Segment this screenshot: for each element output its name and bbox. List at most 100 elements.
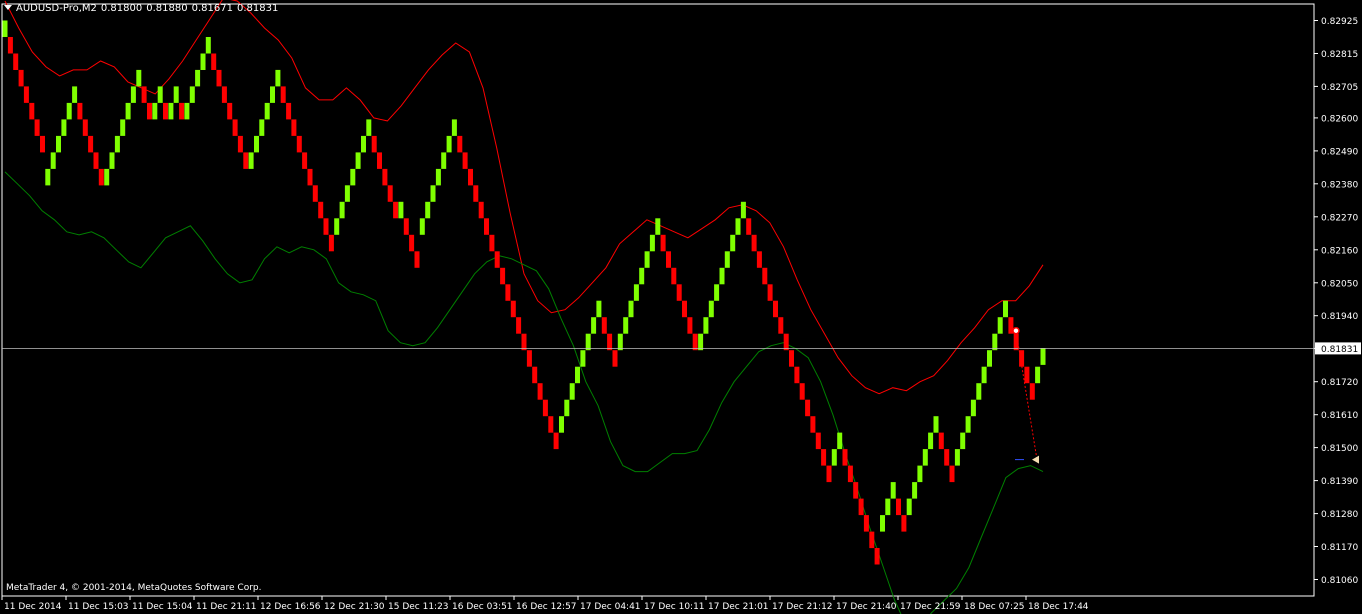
high-price: 0.81880 (146, 3, 188, 14)
bear-brick (810, 416, 816, 433)
bear-brick (687, 317, 693, 334)
bull-brick (205, 37, 211, 54)
bear-brick (163, 102, 168, 120)
y-tick-label: 0.82490 (1321, 147, 1358, 157)
bull-brick (195, 69, 201, 87)
renko-chart[interactable]: 0.82925 0.82815 0.82705 0.82600 0.82490 0.823… (0, 0, 1362, 614)
x-tick-label: 15 Dec 11:23 (388, 602, 449, 612)
bull-brick (45, 168, 51, 186)
bear-brick (783, 333, 789, 351)
bear-brick (13, 53, 19, 70)
bear-brick (505, 284, 511, 301)
bull-brick (708, 300, 714, 318)
bear-brick (676, 284, 682, 301)
time-axis: 11 Dec 2014 11 Dec 15:03 11 Dec 15:04 11 De… (1, 596, 1089, 612)
y-tick-label: 0.82815 (1321, 50, 1358, 60)
bear-brick (307, 168, 313, 186)
bear-brick (526, 350, 532, 367)
bear-brick (671, 267, 677, 285)
bull-brick (109, 152, 115, 169)
x-tick-label: 18 Dec 17:44 (1028, 602, 1089, 612)
bear-brick (751, 234, 757, 252)
dropdown-triangle-icon[interactable] (4, 5, 12, 10)
bear-brick (692, 333, 698, 351)
x-tick-label: 12 Dec 21:30 (324, 602, 385, 612)
bull-brick (398, 201, 404, 219)
bear-brick (746, 218, 752, 235)
x-tick-label: 17 Dec 21:01 (708, 602, 769, 612)
bull-brick (168, 102, 174, 120)
bear-brick (382, 168, 388, 186)
bear-brick (29, 102, 35, 120)
bear-brick (291, 119, 297, 136)
bear-brick (403, 218, 409, 235)
bear-brick (660, 234, 666, 252)
bull-brick (981, 366, 987, 384)
bull-brick (425, 201, 431, 219)
bull-brick (152, 102, 158, 120)
bear-brick (98, 168, 104, 186)
x-tick-label: 16 Dec 12:57 (516, 602, 577, 612)
y-tick-label: 0.81831 (1321, 345, 1358, 355)
y-tick-label: 0.81500 (1321, 444, 1358, 454)
bear-brick (489, 234, 495, 252)
bull-brick (259, 119, 265, 136)
bear-brick (1024, 366, 1030, 384)
bull-brick (72, 86, 78, 103)
bear-brick (296, 135, 302, 153)
symbol-timeframe: AUDUSD-Pro,M2 (16, 3, 97, 14)
bull-brick (633, 284, 639, 301)
bull-brick (617, 333, 623, 351)
bear-brick (237, 135, 243, 153)
bear-brick (478, 201, 484, 219)
bull-brick (922, 449, 928, 466)
bear-brick (896, 498, 901, 516)
bear-brick (179, 102, 185, 120)
bear-brick (516, 317, 522, 334)
bull-brick (184, 102, 190, 120)
bull-brick (435, 168, 441, 186)
bull-brick (628, 300, 634, 318)
bull-brick (1003, 300, 1008, 318)
bear-brick (323, 218, 329, 235)
bull-brick (890, 482, 896, 499)
bull-brick (366, 119, 372, 136)
bull-brick (136, 69, 142, 87)
bull-brick (61, 119, 67, 136)
x-tick-label: 16 Dec 03:51 (452, 602, 513, 612)
y-tick-label: 0.82380 (1321, 180, 1358, 190)
bull-brick (451, 119, 457, 136)
bear-brick (553, 432, 559, 450)
bull-brick (724, 251, 730, 268)
bear-brick (901, 515, 907, 532)
bear-brick (141, 86, 147, 103)
y-tick-label: 0.82270 (1321, 213, 1358, 223)
bear-brick (88, 135, 94, 153)
bear-brick (537, 383, 543, 400)
bear-brick (612, 350, 618, 367)
bull-brick (104, 168, 110, 186)
chart-header: AUDUSD-Pro,M2 0.81800 0.81880 0.81671 0.8183… (4, 3, 282, 14)
bear-brick (23, 86, 29, 103)
bull-brick (173, 86, 179, 103)
bull-brick (580, 350, 586, 367)
x-tick-label: 11 Dec 2014 (4, 602, 62, 612)
bull-brick (120, 119, 126, 136)
bull-brick (559, 416, 564, 433)
x-tick-label: 17 Dec 04:41 (580, 602, 641, 612)
bear-brick (457, 135, 463, 153)
bear-brick (601, 317, 607, 334)
price-axis: 0.82925 0.82815 0.82705 0.82600 0.82490 0.823… (1314, 17, 1361, 586)
bull-brick (264, 102, 270, 120)
bull-brick (970, 399, 976, 417)
bear-brick (232, 119, 238, 136)
bull-brick (334, 218, 340, 235)
bear-brick (847, 465, 853, 483)
sell-signal-marker (1012, 326, 1020, 335)
y-tick-label: 0.81060 (1321, 576, 1358, 586)
bull-brick (880, 515, 885, 532)
x-tick-label: 17 Dec 21:40 (836, 602, 897, 612)
bear-brick (286, 102, 292, 120)
bull-brick (655, 218, 661, 235)
bull-brick (569, 383, 575, 400)
